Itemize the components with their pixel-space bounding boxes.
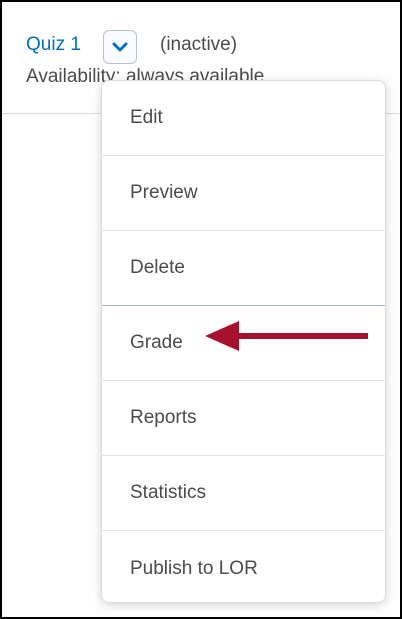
menu-item-label: Reports bbox=[130, 407, 197, 428]
menu-item-preview[interactable]: Preview bbox=[102, 156, 385, 231]
menu-item-label: Edit bbox=[130, 107, 163, 128]
menu-item-reports[interactable]: Reports bbox=[102, 381, 385, 456]
chevron-down-icon bbox=[112, 42, 128, 52]
menu-item-delete[interactable]: Delete bbox=[102, 231, 385, 306]
quiz-status: (inactive) bbox=[160, 34, 238, 55]
menu-item-label: Grade bbox=[130, 332, 183, 353]
menu-item-label: Preview bbox=[130, 182, 198, 203]
menu-item-label: Statistics bbox=[130, 482, 207, 503]
menu-item-label: Delete bbox=[130, 257, 185, 278]
menu-item-edit[interactable]: Edit bbox=[102, 81, 385, 156]
menu-item-statistics[interactable]: Statistics bbox=[102, 456, 385, 531]
quiz-actions-menu-button[interactable] bbox=[103, 30, 137, 64]
menu-item-publish-to-lor[interactable]: Publish to LOR bbox=[102, 531, 385, 602]
menu-item-label: Publish to LOR bbox=[130, 557, 258, 579]
quiz-title-link[interactable]: Quiz 1 bbox=[26, 34, 81, 56]
arrow-left-icon bbox=[205, 321, 368, 351]
